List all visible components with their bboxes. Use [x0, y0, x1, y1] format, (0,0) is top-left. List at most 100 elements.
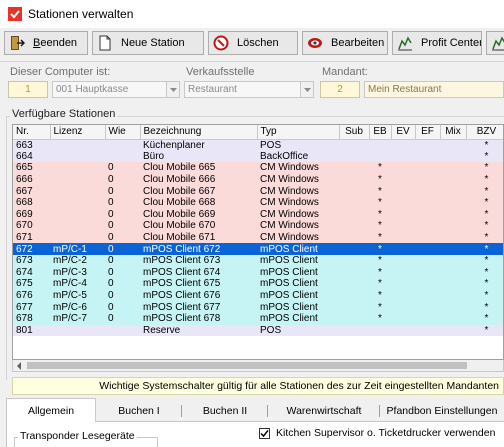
table-row[interactable]: 666 0 Clou Mobile 666 CM Windows * *: [13, 173, 503, 186]
computer-dropdown-button[interactable]: [166, 82, 179, 97]
table-row[interactable]: 676 mP/C-5 0 mPOS Client 676 mPOS Client * *: [13, 289, 503, 302]
col-header[interactable]: Mix: [440, 125, 467, 140]
table-row[interactable]: 801 Reserve POS *: [13, 324, 503, 337]
tab-buchen-2[interactable]: Buchen II: [182, 400, 268, 422]
col-header[interactable]: Nr.: [13, 125, 51, 140]
col-header[interactable]: BZV: [466, 125, 503, 140]
table-row[interactable]: 664 Büro BackOffice *: [13, 150, 503, 163]
neue-station-button[interactable]: Neue Station: [92, 31, 204, 55]
tab-allgemein[interactable]: Allgemein: [6, 398, 96, 422]
cell-eb: [369, 150, 391, 163]
cell-ef: [415, 139, 440, 151]
cell-nr: 666: [13, 173, 50, 186]
verkaufsstelle-dropdown-button[interactable]: [300, 82, 313, 97]
table-row[interactable]: 667 0 Clou Mobile 667 CM Windows * *: [13, 185, 503, 197]
table-row[interactable]: 665 0 Clou Mobile 665 CM Windows * *: [13, 162, 503, 174]
cell-ef: [415, 231, 440, 244]
mandant-number-field[interactable]: 2: [320, 81, 360, 98]
cell-mix: [440, 220, 466, 232]
stations-table-body: 663 Küchenplaner POS * 664 Büro BackOffice * 665…: [13, 139, 503, 337]
cell-bez: Clou Mobile 665: [140, 162, 257, 174]
cell-eb: *: [369, 173, 391, 186]
table-row[interactable]: 671 0 Clou Mobile 671 CM Windows * *: [13, 231, 503, 244]
table-row[interactable]: 678 mP/C-7 0 mPOS Client 678 mPOS Client * *: [13, 312, 503, 325]
cell-ev: [391, 266, 415, 279]
window-title: Stationen verwalten: [28, 7, 134, 21]
cell-typ: POS: [257, 324, 339, 337]
cell-sub: [339, 162, 369, 174]
cell-nr: 664: [13, 150, 50, 163]
cell-mix: [440, 231, 466, 244]
loeschen-button[interactable]: Löschen: [208, 31, 298, 55]
cell-lizenz: [50, 208, 105, 221]
cell-sub: [339, 301, 369, 313]
cell-eb: *: [369, 254, 391, 267]
cell-lizenz: [50, 185, 105, 197]
col-header[interactable]: Wie: [105, 125, 141, 140]
cell-lizenz: [50, 324, 105, 337]
verkaufsstelle-select[interactable]: Restaurant: [184, 81, 314, 98]
cell-lizenz: [50, 150, 105, 163]
cell-lizenz: [50, 173, 105, 186]
col-header[interactable]: EB: [369, 125, 392, 140]
scroll-left-icon[interactable]: [15, 362, 23, 370]
tab-buchen-1[interactable]: Buchen I: [96, 400, 182, 422]
overflow-button[interactable]: [486, 31, 504, 55]
cell-ev: [391, 162, 415, 174]
cell-bez: Clou Mobile 666: [140, 173, 257, 186]
table-row[interactable]: 663 Küchenplaner POS *: [13, 139, 503, 151]
cell-ev: [391, 231, 415, 244]
cell-wie: 0: [105, 289, 140, 302]
profit-center-button[interactable]: Profit Center: [392, 31, 482, 55]
col-header[interactable]: Bezeichnung: [140, 125, 258, 140]
cell-lizenz: mP/C-2: [50, 254, 105, 267]
computer-number-field[interactable]: 1: [8, 81, 48, 98]
table-row[interactable]: 668 0 Clou Mobile 668 CM Windows * *: [13, 196, 503, 209]
col-header[interactable]: Lizenz: [50, 125, 106, 140]
tab-pfandbon[interactable]: Pfandbon Einstellungen: [380, 400, 504, 422]
table-row[interactable]: 673 mP/C-2 0 mPOS Client 673 mPOS Client * *: [13, 254, 503, 267]
cell-wie: 0: [105, 278, 140, 290]
horizontal-scrollbar[interactable]: [12, 360, 504, 372]
table-row[interactable]: 672 mP/C-1 0 mPOS Client 672 mPOS Client * *: [13, 243, 503, 255]
cell-bzv: *: [466, 278, 503, 290]
computer-select[interactable]: 001 Hauptkasse: [52, 81, 180, 98]
cell-bez: mPOS Client 675: [140, 278, 257, 290]
scrollbar-thumb[interactable]: [27, 362, 467, 369]
stations-grid[interactable]: Nr. Lizenz Wie Bezeichnung Typ Sub EB EV…: [12, 124, 504, 360]
cell-eb: *: [369, 243, 391, 255]
beenden-button[interactable]: Beenden: [4, 31, 88, 55]
tab-label: Pfandbon Einstellungen: [386, 405, 498, 417]
cell-bzv: *: [466, 185, 503, 197]
cell-ef: [415, 254, 440, 267]
cell-sub: [339, 139, 369, 151]
stations-group-title: Verfügbare Stationen: [10, 108, 118, 120]
cell-nr: 663: [13, 139, 50, 151]
col-header[interactable]: EF: [415, 125, 441, 140]
col-header[interactable]: EV: [391, 125, 416, 140]
cell-eb: *: [369, 231, 391, 244]
cell-sub: [339, 173, 369, 186]
cell-ev: [391, 208, 415, 221]
table-row[interactable]: 675 mP/C-4 0 mPOS Client 675 mPOS Client * *: [13, 278, 503, 290]
cell-typ: mPOS Client: [257, 278, 339, 290]
cell-lizenz: mP/C-5: [50, 289, 105, 302]
table-row[interactable]: 677 mP/C-6 0 mPOS Client 677 mPOS Client * *: [13, 301, 503, 313]
cell-wie: 0: [105, 220, 140, 232]
table-row[interactable]: 669 0 Clou Mobile 669 CM Windows * *: [13, 208, 503, 221]
tab-warenwirtschaft[interactable]: Warenwirtschaft: [268, 400, 380, 422]
table-row[interactable]: 670 0 Clou Mobile 670 CM Windows * *: [13, 220, 503, 232]
cell-mix: [440, 254, 466, 267]
cell-wie: [105, 150, 140, 163]
kitchen-supervisor-option[interactable]: Kitchen Supervisor o. Ticketdrucker verw…: [259, 427, 495, 439]
col-header[interactable]: Sub: [339, 125, 370, 140]
computer-label: Dieser Computer ist:: [10, 66, 111, 78]
col-header[interactable]: Typ: [257, 125, 340, 140]
kitchen-supervisor-checkbox[interactable]: [259, 427, 270, 439]
bearbeiten-button[interactable]: Bearbeiten: [302, 31, 388, 55]
cell-wie: [105, 139, 140, 151]
cell-typ: mPOS Client: [257, 289, 339, 302]
table-row[interactable]: 674 mP/C-3 0 mPOS Client 674 mPOS Client * *: [13, 266, 503, 279]
cell-ef: [415, 185, 440, 197]
tab-strip: Allgemein Buchen I Buchen II Warenwirtsc…: [6, 398, 504, 422]
